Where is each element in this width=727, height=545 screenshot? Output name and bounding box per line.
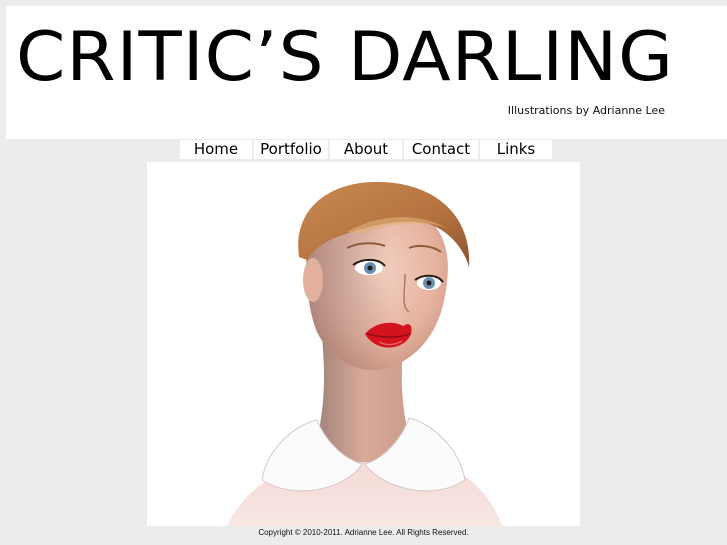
site-tagline: Illustrations by Adrianne Lee bbox=[507, 104, 665, 117]
site-header: CRITIC’S DARLING Illustrations by Adrian… bbox=[6, 6, 727, 139]
main-nav: Home Portfolio About Contact Links bbox=[180, 140, 552, 159]
nav-links-link[interactable]: Links bbox=[480, 140, 552, 159]
nav-portfolio-link[interactable]: Portfolio bbox=[254, 140, 328, 159]
site-title[interactable]: CRITIC’S DARLING bbox=[16, 24, 674, 92]
nav-about-link[interactable]: About bbox=[330, 140, 402, 159]
nav-home-link[interactable]: Home bbox=[180, 140, 252, 159]
footer-copyright: Copyright © 2010-2011. Adrianne Lee. All… bbox=[258, 528, 469, 537]
portrait-illustration bbox=[147, 162, 580, 526]
nav-contact-link[interactable]: Contact bbox=[404, 140, 478, 159]
portrait-drawing bbox=[227, 181, 502, 526]
